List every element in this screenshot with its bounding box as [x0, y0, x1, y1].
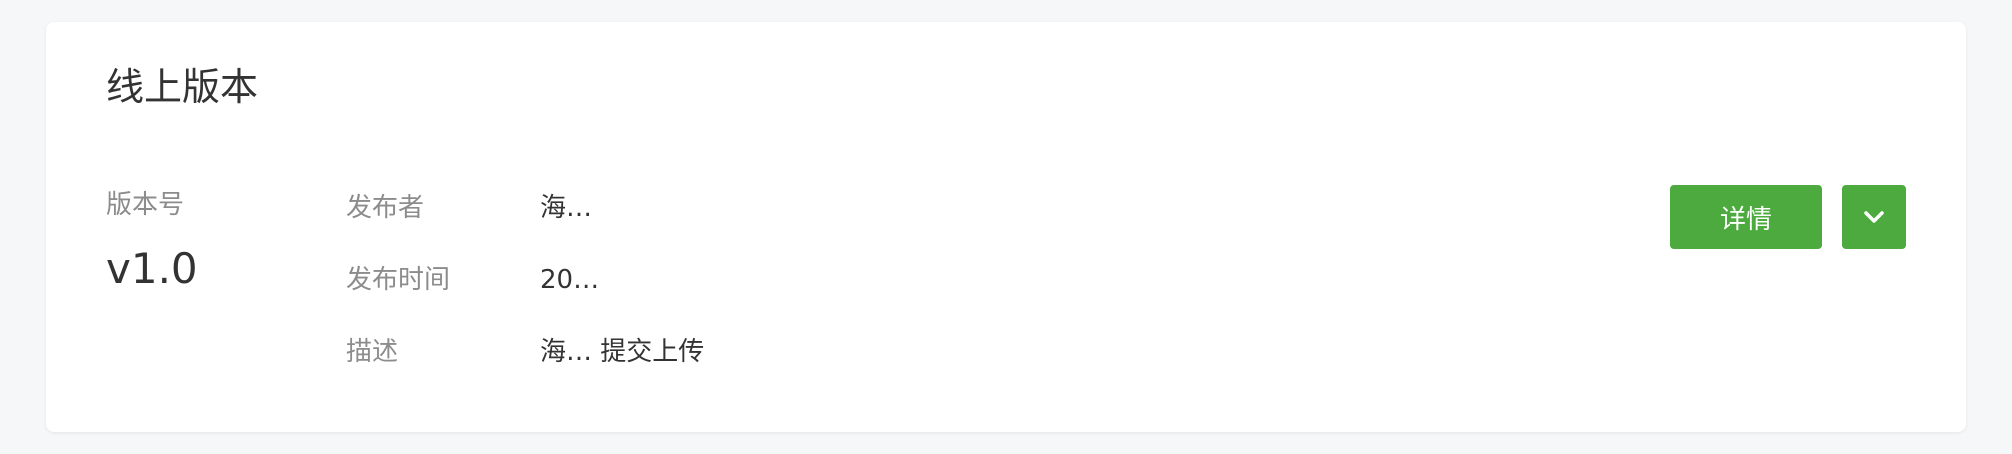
version-value: v1.0 [106, 244, 198, 293]
chevron-down-icon [1862, 209, 1886, 225]
publish-time-value: 20… [540, 265, 600, 295]
online-version-card: 线上版本 版本号 v1.0 发布者 海… 发布时间 20… 描述 海… 提交上传… [46, 22, 1966, 432]
version-label: 版本号 [106, 190, 185, 220]
publish-time-row: 发布时间 20… [346, 260, 1246, 300]
publisher-value: 海… [540, 193, 593, 223]
description-value: 海… 提交上传 [540, 337, 705, 367]
publish-time-label: 发布时间 [346, 265, 451, 295]
publisher-row: 发布者 海… [346, 188, 1246, 228]
detail-button[interactable]: 详情 [1670, 185, 1822, 249]
more-actions-button[interactable] [1842, 185, 1906, 249]
card-title: 线上版本 [106, 65, 259, 109]
description-row: 描述 海… 提交上传 [346, 332, 1246, 372]
publisher-label: 发布者 [346, 193, 425, 223]
description-label: 描述 [346, 337, 399, 367]
